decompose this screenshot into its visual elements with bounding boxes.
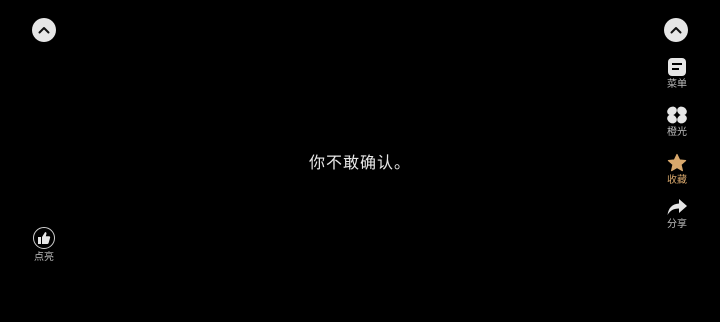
favorite-button[interactable]: 收藏 — [657, 152, 697, 187]
orange-light-button[interactable]: 橙光 — [657, 104, 697, 139]
menu-label: 菜单 — [667, 79, 687, 90]
menu-button[interactable]: 菜单 — [657, 56, 697, 91]
share-label: 分享 — [667, 219, 687, 230]
menu-icon — [665, 56, 689, 78]
collapse-right-button[interactable] — [664, 18, 688, 42]
star-icon — [665, 152, 689, 174]
share-button[interactable]: 分享 — [657, 196, 697, 231]
reader-screen: 你不敢确认。 菜单 橙光 收藏 分享 点亮 — [0, 0, 720, 322]
like-button[interactable]: 点亮 — [24, 227, 64, 264]
chevron-up-icon — [38, 27, 50, 34]
share-arrow-icon — [665, 196, 689, 218]
story-text[interactable]: 你不敢确认。 — [0, 149, 720, 173]
thumbs-up-icon — [33, 227, 55, 249]
orange-light-icon — [665, 104, 689, 126]
collapse-left-button[interactable] — [32, 18, 56, 42]
chevron-up-icon — [670, 27, 682, 34]
orange-light-label: 橙光 — [667, 127, 687, 138]
like-label: 点亮 — [34, 252, 54, 263]
favorite-label: 收藏 — [667, 175, 687, 186]
